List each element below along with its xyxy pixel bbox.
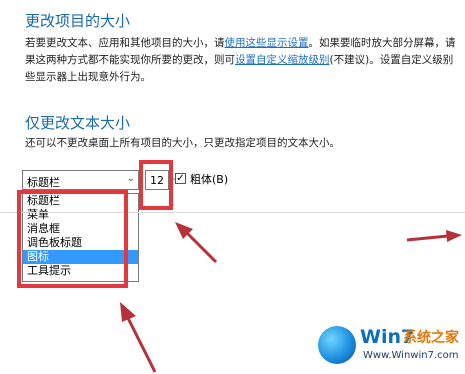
arrow-right — [406, 230, 462, 242]
windows-logo-icon — [318, 326, 356, 364]
annotation-arrows — [120, 222, 462, 373]
arrow-to-size — [175, 222, 218, 264]
watermark-url: Www.Winwin7.com — [363, 350, 459, 361]
watermark-brand-cn: 系统之家 — [403, 330, 459, 346]
arrow-to-dropdown — [120, 302, 157, 373]
